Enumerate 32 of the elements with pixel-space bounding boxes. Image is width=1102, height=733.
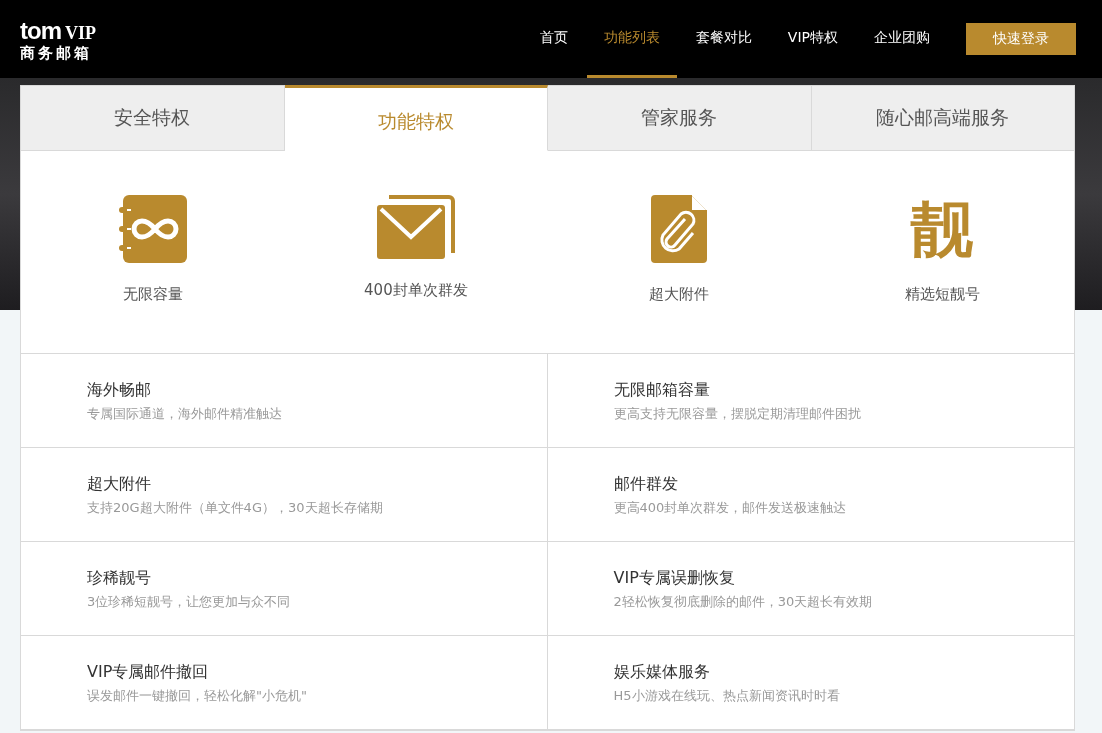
feature-description: 3位珍稀短靓号，让您更加与众不同 <box>87 593 292 611</box>
glyph-icon: 靓 <box>911 195 974 263</box>
infinity-icon <box>118 195 187 263</box>
nav-link[interactable]: 套餐对比 <box>678 0 769 78</box>
feature-title: 海外畅邮 <box>87 380 152 401</box>
nav-link[interactable]: 首页 <box>522 0 585 78</box>
nav-link[interactable]: 企业团购 <box>857 0 947 78</box>
feature-label: 精选短靓号 <box>904 285 980 304</box>
feature-title: 珍稀靓号 <box>87 568 152 589</box>
feature-label: 400封单次群发 <box>364 281 468 300</box>
feature-description: 专属国际通道，海外邮件精准触达 <box>87 405 283 423</box>
feature-title: VIP专属邮件撤回 <box>87 662 210 683</box>
feature-label: 无限容量 <box>122 285 183 304</box>
feature-description: 支持20G超大附件（单文件4G），30天超长存储期 <box>87 499 384 517</box>
feature-title: 邮件群发 <box>613 474 679 495</box>
feature-description: H5小游戏在线玩、热点新闻资讯时时看 <box>613 687 841 705</box>
tab[interactable]: 随心邮高端服务 <box>811 86 1074 151</box>
tab[interactable]: 安全特权 <box>21 86 285 151</box>
nav-link[interactable]: VIP特权 <box>770 0 855 78</box>
feature-title: VIP专属误删恢复 <box>613 568 736 589</box>
tab[interactable]: 管家服务 <box>548 86 812 151</box>
logo[interactable]: tom VIP 商务邮箱 <box>20 18 96 60</box>
document-clip-icon <box>651 195 708 263</box>
feature-title: 超大附件 <box>87 474 152 495</box>
feature-title: 无限邮箱容量 <box>613 380 711 401</box>
feature-description: 2轻松恢复彻底删除的邮件，30天超长有效期 <box>613 593 874 611</box>
feature-description: 更高支持无限容量，摆脱定期清理邮件困扰 <box>613 405 862 423</box>
feature-title: 娱乐媒体服务 <box>613 662 711 683</box>
feature-label: 超大附件 <box>649 285 710 304</box>
feature-description: 更高400封单次群发，邮件发送极速触达 <box>613 499 848 517</box>
feature-description: 误发邮件一键撤回，轻松化解"小危机" <box>87 687 308 705</box>
mail-icon <box>376 195 455 259</box>
